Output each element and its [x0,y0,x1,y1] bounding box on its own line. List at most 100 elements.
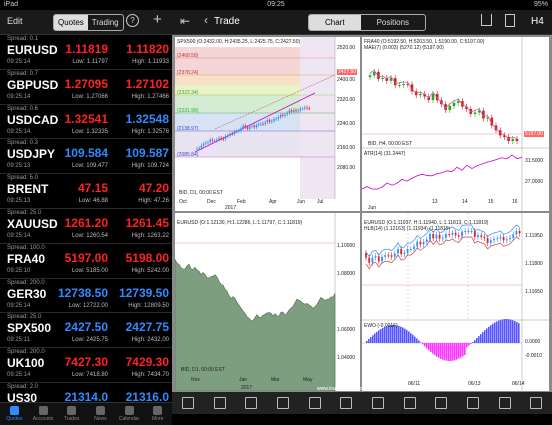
back-icon[interactable]: ‹ [204,13,208,27]
spread-label: Spread: 0.7 [7,70,39,77]
eurusd-h1-y-tick: 1.11800 [525,261,543,267]
quote-row-gbpusd[interactable]: Spread: 0.7 GBPUSD 09:25:14 1.27095 1.27102 L… [0,70,172,105]
chart-tab[interactable]: Chart [309,15,361,30]
text-button[interactable] [457,392,489,414]
trend-button[interactable] [425,392,457,414]
candle-body [452,102,456,106]
candle-body [220,137,222,139]
ask-price[interactable]: 109.587 [126,146,169,160]
spx500-price-tag: 2427.50 [337,69,358,75]
zoom-button[interactable] [235,392,267,414]
ask-price[interactable]: 2427.75 [126,320,169,334]
tab-label: News [94,416,107,422]
link-button[interactable] [520,392,552,414]
ask-price[interactable]: 12739.50 [119,286,169,300]
bid-price[interactable]: 1.32541 [65,112,108,126]
ask-price[interactable]: 5198.00 [126,251,169,265]
bid-price[interactable]: 1.27095 [65,77,108,91]
eurusd-d1-x-tick: May [303,377,313,383]
tab-trades[interactable]: Trades [57,403,86,425]
tab-calendar[interactable]: Calendar [115,403,144,425]
quote-row-fra40[interactable]: Spread: 100.0 FRA40 09:25:10 5197.00 5198.00… [0,244,172,279]
candle-body [398,84,401,86]
quote-row-usdjpy[interactable]: Spread: 0.3 USDJPY 09:25:13 109.584 109.587 L… [0,139,172,175]
tab-accounts[interactable]: Accounts [29,403,58,425]
ask-price[interactable]: 1.27102 [126,77,169,91]
bid-price[interactable]: 2427.50 [65,320,108,334]
indicator-button[interactable] [362,392,394,414]
draw-button[interactable] [267,392,299,414]
ewo-bar [406,329,408,343]
bid-price[interactable]: 1.11819 [65,42,108,56]
spread-label: Spread: 25.0 [7,314,42,321]
status-time: 09:25 [267,1,285,8]
low-price: Low: 7418.80 [71,372,108,379]
candle-body [493,238,495,241]
spx500-year: 2017 [225,205,237,211]
bid-price[interactable]: 5197.00 [65,251,108,265]
bid-price[interactable]: 47.15 [78,181,108,195]
quote-row-usdcad[interactable]: Spread: 0.6 USDCAD 09:25:14 1.32541 1.32548 L… [0,105,172,140]
ask-price[interactable]: 1.11820 [126,42,169,56]
bid-price[interactable]: 7427.30 [65,355,108,369]
cursor-icon [181,397,194,409]
ask-price[interactable]: 1.32548 [126,112,169,126]
add-icon[interactable]: + [153,11,162,28]
bid-price[interactable]: 12738.50 [58,286,108,300]
crosshair-button[interactable] [204,392,236,414]
eurusd-h1-chart[interactable]: EURUSD (O:1.11937, H:1.11940, L:1.11813,… [362,213,549,391]
bid-price[interactable]: 109.584 [65,146,108,160]
candle-body [229,133,231,136]
timeframe-button[interactable]: H4 [531,16,544,27]
share-icon[interactable] [481,14,492,26]
fra40-chart[interactable]: FRA40 (O:5192.50, H:5203.50, L:5190.00, … [362,37,549,211]
eurusd-d1-chart[interactable]: EURUSD (O:1.12130, H:1.12286, L:1.11797,… [175,213,360,391]
candle-body [403,252,406,255]
cursor-button[interactable] [172,392,204,414]
tab-label: Quotes [6,416,23,422]
candle-body [231,133,233,135]
candle-body [235,131,238,133]
trading-tab[interactable]: Trading [88,15,123,30]
ask-price[interactable]: 1261.45 [126,216,169,230]
ewo-bar [486,328,488,343]
quote-row-spx500[interactable]: Spread: 25.0 SPX500 09:25:11 2427.50 2427.75… [0,313,172,349]
quote-row-ger30[interactable]: Spread: 200.0 GER30 09:25:14 12738.50 12739.… [0,279,172,314]
spx500-x-tick: Jul [317,199,324,205]
spread-label: Spread: 100.0 [7,244,45,251]
save-button[interactable] [489,392,521,414]
ewo-bar [494,322,496,343]
quote-row-brent[interactable]: Spread: 5.0 BRENT 09:25:13 47.15 47.20 Low: 4… [0,174,172,209]
symbol-label: USDCAD [7,112,59,127]
positions-tab[interactable]: Positions [361,15,425,30]
high-price: High: 1263.22 [131,232,169,239]
tab-news[interactable]: News [86,403,115,425]
ewo-bar [382,327,384,343]
spx500-y-tick: 2160.00 [337,145,356,151]
bid-price[interactable]: 1261.20 [65,216,108,230]
tab-quotes[interactable]: Quotes [0,403,29,425]
spread-label: Spread: 0.3 [7,140,39,147]
ask-price[interactable]: 47.20 [139,181,169,195]
trash-icon[interactable] [505,14,515,27]
ewo-bar [374,333,376,343]
high-price: High: 2432.00 [131,337,169,344]
fib-button[interactable] [394,392,426,414]
tab-more[interactable]: More [143,403,172,425]
quote-row-eurusd[interactable]: Spread: 0.1 EURUSD 09:25:14 1.11819 1.11820 L… [0,35,172,70]
ask-price[interactable]: 7429.30 [126,355,169,369]
eurusd-d1-y-tick: 1.04000 [337,355,356,361]
candle-body [368,75,372,77]
line-button[interactable] [299,392,331,414]
edit-button[interactable]: Edit [7,16,23,26]
eurusd-h1-x-tick: 06/13 [468,381,481,387]
low-price: Low: 46.88 [78,198,108,205]
help-icon[interactable]: ? [126,14,139,27]
quote-row-uk100[interactable]: Spread: 200.0 UK100 09:25:14 7427.30 7429.30… [0,348,172,383]
quotes-tab[interactable]: Quotes [54,15,88,30]
eurusd-h1-x-tick: 06/14 [512,381,525,387]
quote-row-xauusd[interactable]: Spread: 25.0 XAUUSD 09:25:14 1261.20 1261.45… [0,209,172,244]
collapse-icon[interactable]: ⇤ [180,14,190,28]
chart-type-button[interactable] [330,392,362,414]
spx500-chart[interactable]: SPX500 (O:2432.00, H:2435.25, L:2425.75,… [175,37,360,211]
